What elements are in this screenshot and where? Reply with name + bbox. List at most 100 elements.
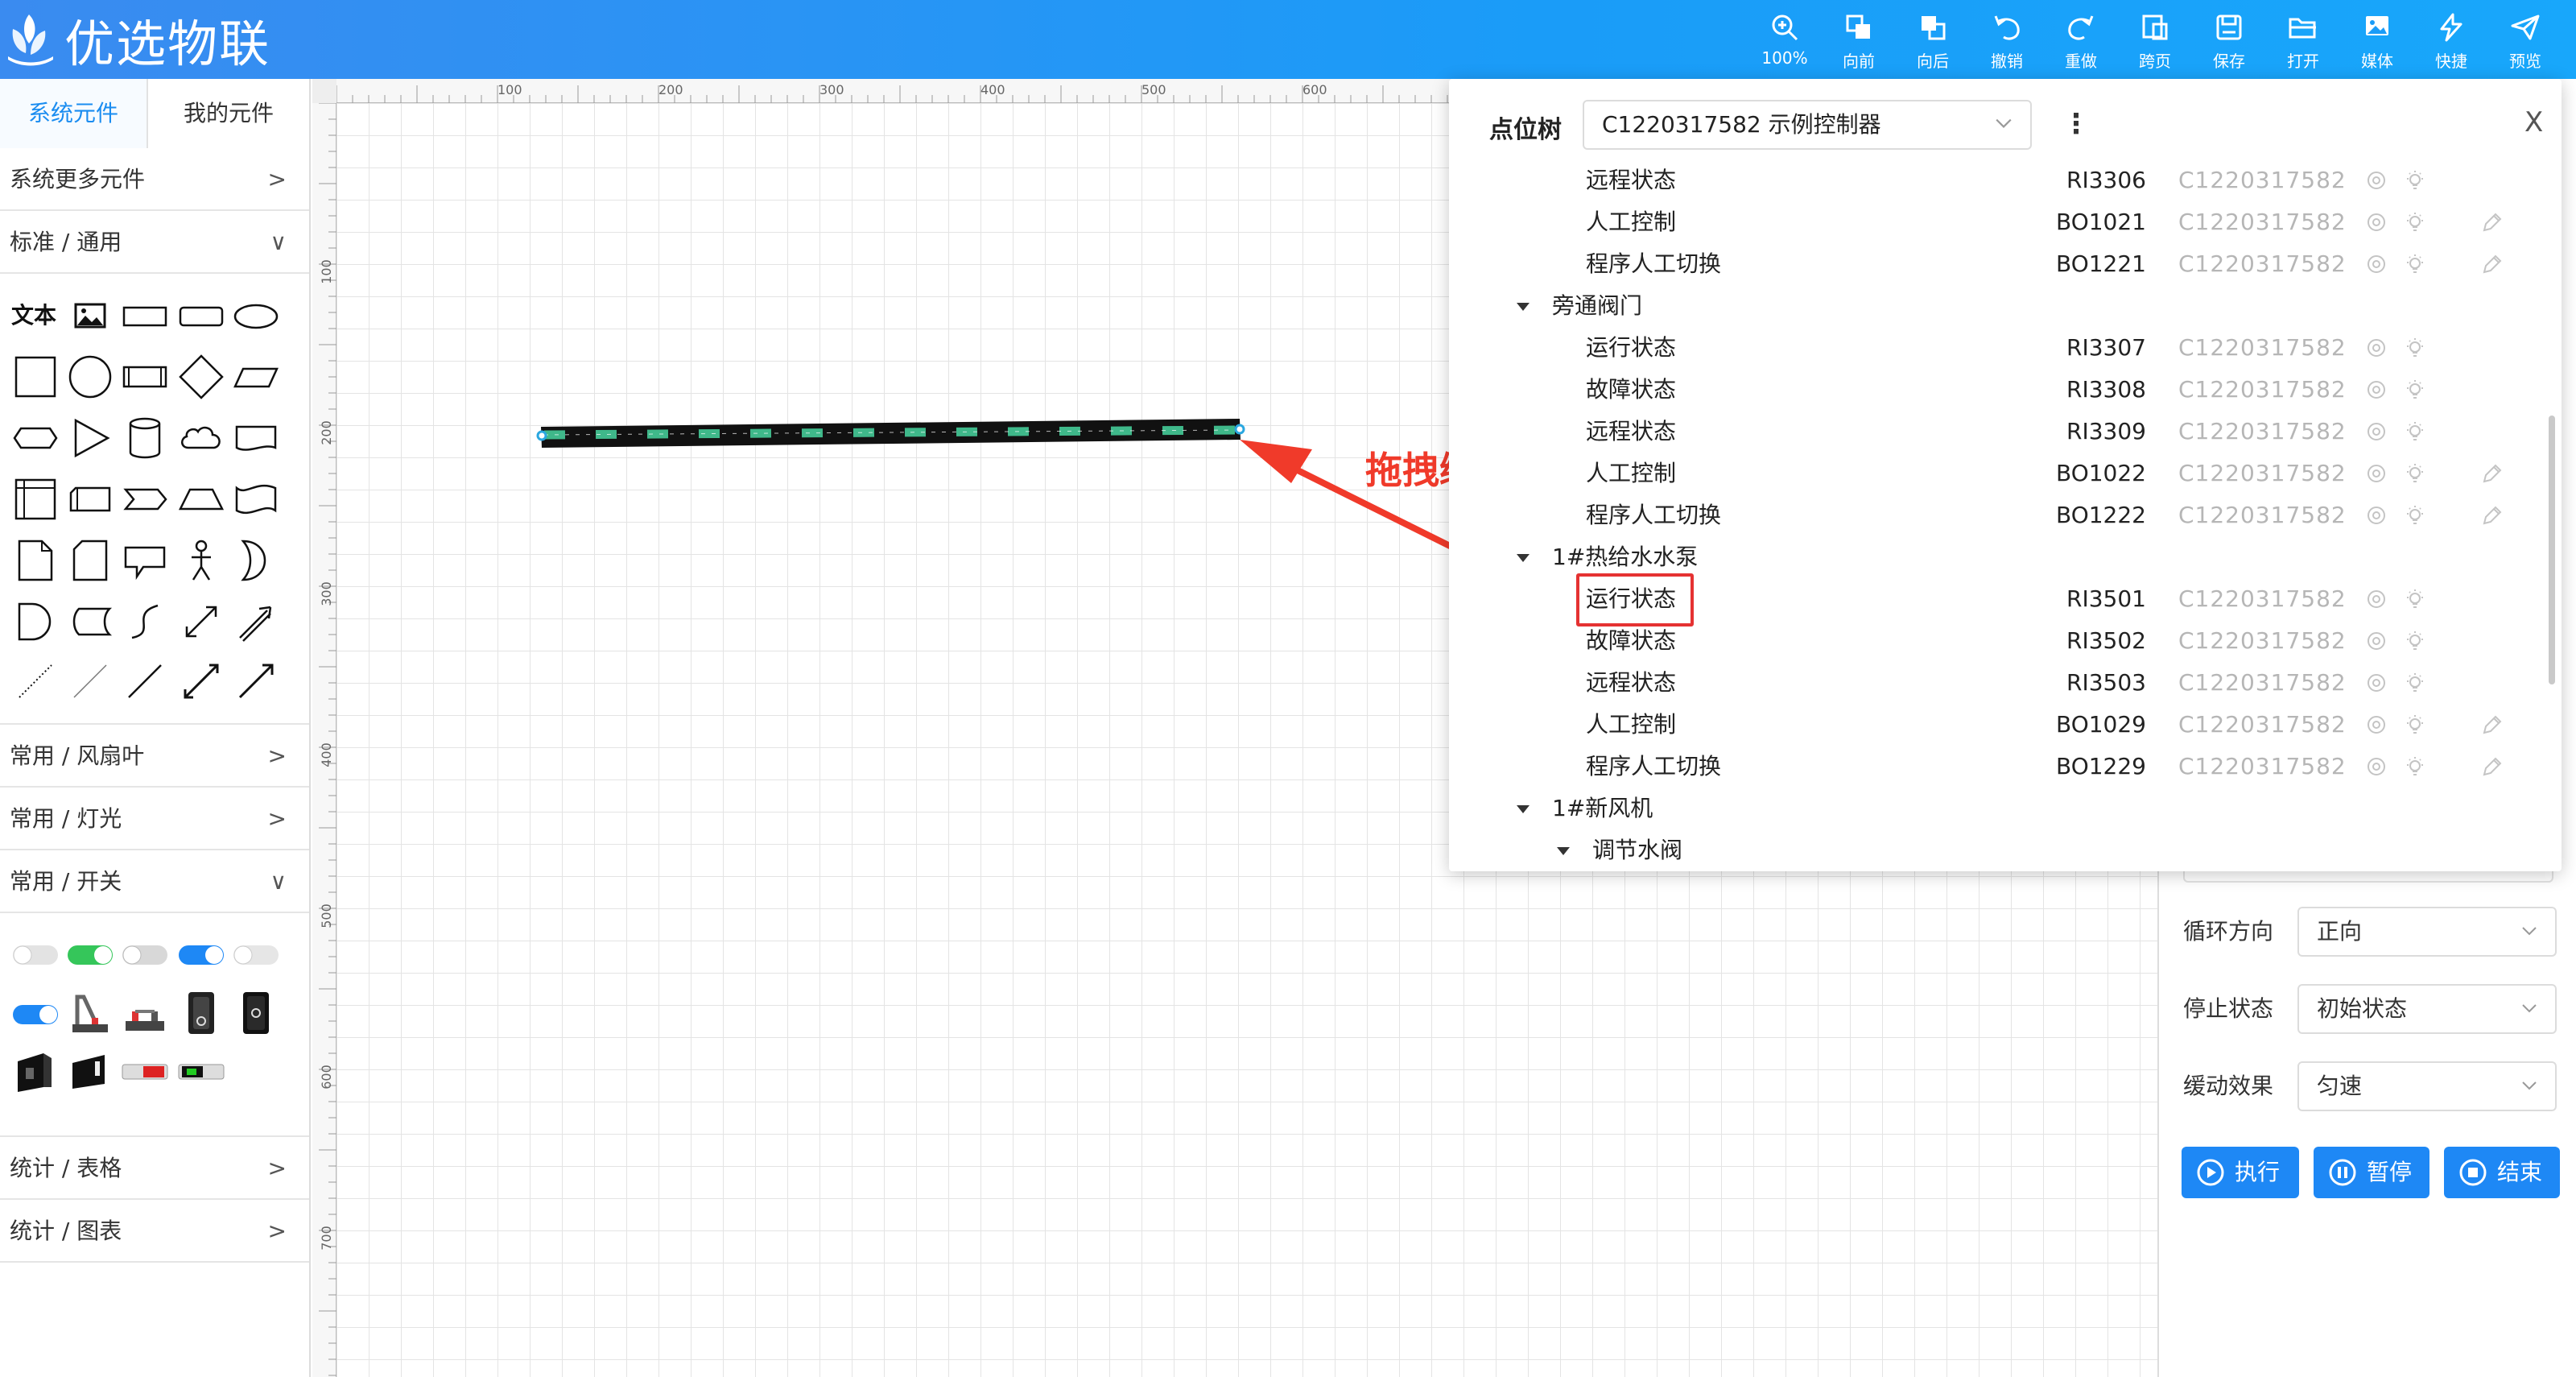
point-device: C1220317582 [2178, 376, 2347, 403]
lightbulb-icon[interactable] [2404, 378, 2426, 401]
point-device: C1220317582 [2178, 669, 2347, 696]
pause-button[interactable]: 暂停 [2314, 1147, 2429, 1198]
easing-select[interactable]: 匀速 [2297, 1061, 2557, 1111]
point-row[interactable]: 人工控制 BO1029 C1220317582 [1449, 704, 2562, 746]
end-button[interactable]: 结束 [2444, 1147, 2560, 1198]
edit-pencil-icon[interactable] [2481, 713, 2504, 736]
point-device: C1220317582 [2178, 167, 2347, 193]
group-row[interactable]: 旁通阀门 [1449, 285, 2562, 327]
point-device: C1220317582 [2178, 585, 2347, 612]
play-icon [2197, 1159, 2224, 1186]
caret-down-icon[interactable] [1517, 303, 1530, 311]
caret-down-icon[interactable] [1517, 554, 1530, 562]
pipe-end-handle[interactable] [1234, 424, 1245, 435]
edit-pencil-icon[interactable] [2481, 755, 2504, 778]
easing-label: 缓动效果 [2183, 1073, 2274, 1099]
run-button[interactable]: 执行 [2182, 1147, 2299, 1198]
point-code: BO1221 [2055, 250, 2146, 277]
lightbulb-icon[interactable] [2404, 337, 2426, 359]
point-name: 1#新风机 [1552, 795, 1653, 821]
copy-icon[interactable] [2365, 713, 2388, 736]
controller-select-value: C1220317582 示例控制器 [1602, 111, 1881, 138]
point-tree-header: 点位树 C1220317582 示例控制器 ⋮ X [1449, 79, 2562, 172]
lightbulb-icon[interactable] [2404, 211, 2426, 234]
point-name: 远程状态 [1586, 418, 1677, 445]
lightbulb-icon[interactable] [2404, 504, 2426, 527]
point-name: 故障状态 [1586, 376, 1677, 403]
group-row[interactable]: 调节水阀 [1449, 829, 2562, 871]
copy-icon[interactable] [2365, 378, 2388, 401]
group-row[interactable]: 1#热给水水泵 [1449, 536, 2562, 578]
copy-icon[interactable] [2365, 504, 2388, 527]
copy-icon[interactable] [2365, 630, 2388, 652]
more-options-icon[interactable]: ⋮ [2062, 108, 2090, 140]
pipe-start-handle[interactable] [536, 430, 547, 441]
lightbulb-icon[interactable] [2404, 755, 2426, 778]
point-name: 程序人工切换 [1586, 502, 1722, 528]
lightbulb-icon[interactable] [2404, 630, 2426, 652]
point-code: RI3501 [2066, 585, 2146, 612]
point-row[interactable]: 人工控制 BO1022 C1220317582 [1449, 453, 2562, 494]
point-row[interactable]: 人工控制 BO1021 C1220317582 [1449, 201, 2562, 243]
point-name: 调节水阀 [1592, 837, 1683, 863]
point-tree-scrollbar[interactable] [2549, 416, 2555, 684]
point-row[interactable]: 故障状态 RI3308 C1220317582 [1449, 369, 2562, 411]
copy-icon[interactable] [2365, 462, 2388, 485]
chevron-down-icon [2522, 1081, 2537, 1090]
point-name: 程序人工切换 [1586, 753, 1722, 779]
lightbulb-icon[interactable] [2404, 713, 2426, 736]
point-name: 人工控制 [1586, 711, 1677, 738]
caret-down-icon[interactable] [1557, 847, 1570, 855]
copy-icon[interactable] [2365, 211, 2388, 234]
point-code: BO1229 [2055, 753, 2146, 779]
point-device: C1220317582 [2178, 460, 2347, 486]
run-label: 执行 [2235, 1159, 2281, 1185]
pipe-component[interactable] [536, 419, 1245, 448]
point-code: RI3309 [2066, 418, 2146, 445]
point-row[interactable]: 远程状态 RI3503 C1220317582 [1449, 662, 2562, 704]
point-row[interactable]: 程序人工切换 BO1229 C1220317582 [1449, 746, 2562, 788]
point-code: BO1021 [2055, 209, 2146, 235]
point-code: RI3306 [2066, 167, 2146, 193]
stop-state-row: 停止状态 初始状态 [2159, 981, 2576, 1037]
group-row[interactable]: 1#新风机 [1449, 788, 2562, 829]
loop-direction-value: 正向 [2317, 918, 2363, 945]
copy-icon[interactable] [2365, 169, 2388, 192]
copy-icon[interactable] [2365, 253, 2388, 275]
point-row[interactable]: 程序人工切换 BO1221 C1220317582 [1449, 243, 2562, 285]
lightbulb-icon[interactable] [2404, 462, 2426, 485]
lightbulb-icon[interactable] [2404, 588, 2426, 610]
lightbulb-icon[interactable] [2404, 169, 2426, 192]
point-row[interactable]: 远程状态 RI3309 C1220317582 [1449, 411, 2562, 453]
point-code: RI3307 [2066, 334, 2146, 361]
copy-icon[interactable] [2365, 588, 2388, 610]
lightbulb-icon[interactable] [2404, 253, 2426, 275]
edit-pencil-icon[interactable] [2481, 211, 2504, 234]
copy-icon[interactable] [2365, 755, 2388, 778]
edit-pencil-icon[interactable] [2481, 504, 2504, 527]
point-name: 1#热给水水泵 [1552, 544, 1699, 570]
controller-select[interactable]: C1220317582 示例控制器 [1583, 100, 2032, 150]
caret-down-icon[interactable] [1517, 805, 1530, 813]
point-code: BO1029 [2055, 711, 2146, 738]
stop-state-select[interactable]: 初始状态 [2297, 984, 2557, 1034]
point-device: C1220317582 [2178, 334, 2347, 361]
point-name: 程序人工切换 [1586, 250, 1722, 277]
copy-icon[interactable] [2365, 420, 2388, 443]
point-name: 运行状态 [1586, 334, 1677, 361]
loop-direction-select[interactable]: 正向 [2297, 907, 2557, 957]
loop-direction-label: 循环方向 [2183, 918, 2274, 945]
copy-icon[interactable] [2365, 337, 2388, 359]
lightbulb-icon[interactable] [2404, 420, 2426, 443]
point-row[interactable]: 远程状态 RI3306 C1220317582 [1449, 159, 2562, 201]
easing-value: 匀速 [2317, 1073, 2363, 1099]
point-row[interactable]: 运行状态 RI3307 C1220317582 [1449, 327, 2562, 369]
copy-icon[interactable] [2365, 672, 2388, 694]
stop-icon [2459, 1159, 2487, 1186]
edit-pencil-icon[interactable] [2481, 462, 2504, 485]
end-label: 结束 [2497, 1159, 2543, 1185]
point-row[interactable]: 程序人工切换 BO1222 C1220317582 [1449, 494, 2562, 536]
close-button[interactable]: X [2524, 106, 2543, 139]
edit-pencil-icon[interactable] [2481, 253, 2504, 275]
lightbulb-icon[interactable] [2404, 672, 2426, 694]
